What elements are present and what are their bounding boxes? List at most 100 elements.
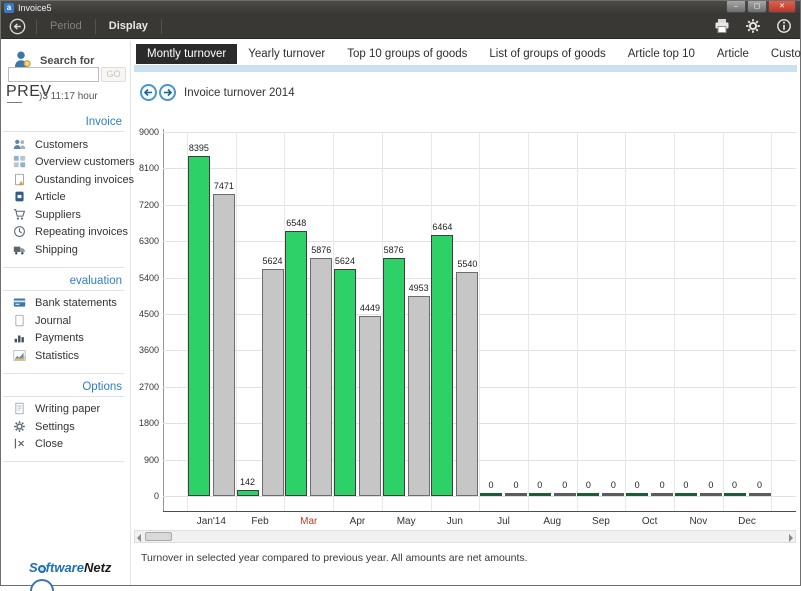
settings-icon — [13, 420, 27, 434]
bar-previous-year-dec — [749, 493, 771, 496]
datetime-label: )3 11:17 hour — [39, 91, 98, 102]
printer-icon[interactable] — [714, 18, 730, 34]
customers-icon — [13, 138, 27, 152]
writing-paper-icon — [13, 402, 27, 416]
search-input[interactable] — [8, 67, 99, 82]
sidebar-item-statistics[interactable]: Statistics — [1, 347, 126, 365]
scroll-left-arrow-icon[interactable] — [137, 534, 141, 542]
bar-current-year-oct — [626, 493, 648, 496]
x-tick-label-may: May — [382, 516, 431, 527]
x-tick-label-jun: Jun — [431, 516, 480, 527]
logo-text: Netz — [84, 560, 111, 575]
sidebar-item-payments[interactable]: Payments — [1, 330, 126, 348]
bar-value-label: 0 — [738, 480, 782, 490]
tab-customers[interactable]: Customers — [760, 44, 801, 64]
payments-icon — [13, 331, 27, 345]
next-year-button[interactable] — [159, 84, 176, 101]
window-title: Invoice5 — [18, 3, 52, 13]
gear-icon[interactable] — [745, 18, 761, 34]
search-go-button[interactable]: GO — [101, 67, 126, 82]
sidebar-item-bank-statements[interactable]: Bank statements — [1, 295, 126, 313]
bar-previous-year-mar — [310, 258, 332, 496]
tab-article[interactable]: Article — [706, 44, 760, 64]
bar-previous-year-oct — [651, 493, 673, 496]
x-tick-label-nov: Nov — [674, 516, 723, 527]
bar-previous-year-jul — [505, 493, 527, 496]
gridline — [479, 132, 480, 511]
gridline — [771, 132, 772, 511]
bar-previous-year-nov — [700, 493, 722, 496]
y-tick-label: 2700 — [139, 382, 159, 392]
chart-y-axis: 0900180027003600450054006300720081009000 — [121, 132, 159, 512]
y-tick-label: 1800 — [139, 418, 159, 428]
bar-value-label: 5540 — [445, 259, 489, 269]
outstanding-invoices-icon — [13, 173, 27, 187]
sidebar-item-label: Journal — [35, 315, 71, 327]
sidebar-item-shipping[interactable]: Shipping — [1, 241, 126, 259]
chart-horizontal-scrollbar[interactable] — [134, 530, 796, 543]
y-tick-label: 0 — [154, 491, 159, 501]
bar-current-year-jan-14 — [188, 156, 210, 496]
sidebar-item-label: Oustanding invoices — [35, 174, 134, 186]
toolbar-period[interactable]: Period — [37, 15, 95, 38]
x-tick-label-jan-14: Jan'14 — [187, 516, 236, 527]
sidebar-item-label: Writing paper — [35, 403, 100, 415]
x-tick-label-apr: Apr — [333, 516, 382, 527]
y-tick-label: 9000 — [139, 127, 159, 137]
maximize-button[interactable]: ▢ — [747, 1, 767, 13]
overview-customers-icon — [13, 155, 27, 169]
title-bar: a Invoice5 – ▢ ✕ — [1, 1, 800, 15]
sidebar-item-article[interactable]: Article — [1, 189, 126, 207]
bar-current-year-jun — [431, 235, 453, 496]
sidebar: Invoice Customers Overview customersOustan… — [1, 109, 126, 466]
toolbar-display[interactable]: Display — [96, 15, 161, 38]
toolbar-separator — [161, 19, 162, 34]
y-tick-label: 5400 — [139, 273, 159, 283]
sidebar-item-suppliers[interactable]: Suppliers — [1, 206, 126, 224]
sidebar-item-close[interactable]: Close — [1, 436, 126, 454]
shipping-icon — [13, 243, 27, 257]
sidebar-item-writing-paper[interactable]: Writing paper — [1, 401, 126, 419]
tab-montly-turnover[interactable]: Montly turnover — [136, 44, 237, 64]
sidebar-item-customers[interactable]: Customers — [1, 136, 126, 154]
bar-value-label: 5876 — [372, 245, 416, 255]
sidebar-item-overview-customers[interactable]: Overview customers — [1, 154, 126, 172]
x-tick-label-sep: Sep — [577, 516, 626, 527]
minimize-button[interactable]: – — [726, 1, 746, 13]
tab-article-top-10[interactable]: Article top 10 — [617, 44, 706, 64]
sidebar-item-label: Statistics — [35, 350, 79, 362]
statistics-icon — [13, 349, 27, 363]
section-divider — [3, 267, 124, 268]
tab-bar: Montly turnoverYearly turnoverTop 10 gro… — [136, 44, 801, 64]
sidebar-item-journal[interactable]: Journal — [1, 312, 126, 330]
bank-statements-icon — [13, 296, 27, 310]
bar-current-year-mar — [285, 231, 307, 496]
y-axis-line — [163, 129, 164, 512]
y-tick-label: 4500 — [139, 309, 159, 319]
gridline — [723, 132, 724, 511]
sidebar-item-label: Customers — [35, 139, 88, 151]
globe-icon — [38, 565, 46, 573]
window-controls: – ▢ ✕ — [725, 1, 796, 13]
scroll-right-arrow-icon[interactable] — [789, 534, 793, 542]
x-tick-label-oct: Oct — [625, 516, 674, 527]
gridline — [625, 132, 626, 511]
sidebar-item-oustanding-invoices[interactable]: Oustanding invoices — [1, 171, 126, 189]
y-tick-label: 3600 — [139, 345, 159, 355]
x-tick-label-feb: Feb — [236, 516, 285, 527]
tab-yearly-turnover[interactable]: Yearly turnover — [237, 44, 336, 64]
info-icon[interactable] — [776, 18, 792, 34]
tab-list-of-groups-of-goods[interactable]: List of groups of goods — [478, 44, 616, 64]
sidebar-item-repeating-invoices[interactable]: Repeating invoices — [1, 224, 126, 242]
chart-title: Invoice turnover 2014 — [184, 87, 295, 99]
scrollbar-thumb[interactable] — [145, 532, 172, 541]
tab-top-10-groups-of-goods[interactable]: Top 10 groups of goods — [336, 44, 478, 64]
back-button[interactable] — [9, 18, 26, 35]
section-divider — [3, 290, 124, 291]
sidebar-section-header-invoice: Invoice — [1, 114, 126, 130]
previous-year-button[interactable] — [140, 84, 157, 101]
y-tick-label: 900 — [144, 455, 159, 465]
section-divider — [3, 131, 124, 132]
sidebar-item-settings[interactable]: Settings — [1, 418, 126, 436]
close-window-button[interactable]: ✕ — [768, 1, 796, 13]
